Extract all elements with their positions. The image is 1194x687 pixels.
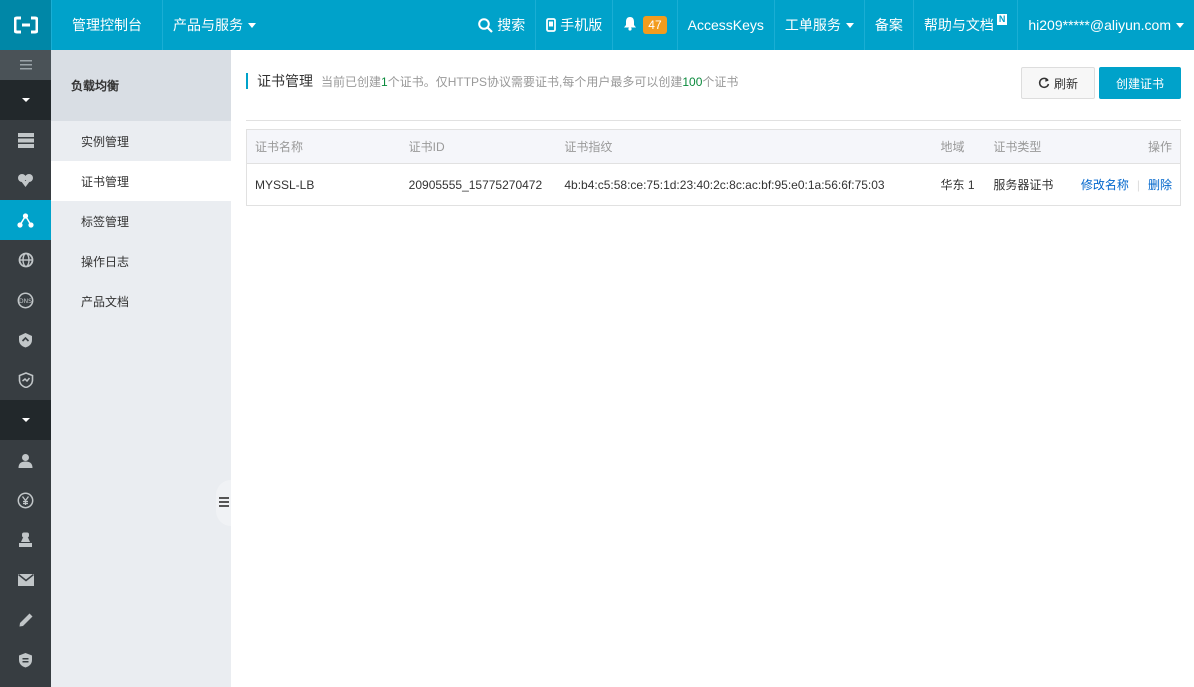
help-docs-link[interactable]: 帮助与文档 N xyxy=(912,0,1018,50)
collapse-lines-icon xyxy=(218,496,229,511)
cell-actions: 修改名称 | 删除 xyxy=(1069,176,1180,193)
pencil-icon[interactable] xyxy=(0,600,51,640)
subnav-title: 负载均衡 xyxy=(51,50,231,121)
mobile-label: 手机版 xyxy=(560,17,603,33)
svg-text:DNS: DNS xyxy=(19,298,32,305)
menu-icon[interactable] xyxy=(0,50,51,80)
subnav-item-instances[interactable]: 实例管理 xyxy=(51,121,231,161)
seal-icon[interactable] xyxy=(0,520,51,560)
server-icon[interactable] xyxy=(0,120,51,160)
subnav-item-certificates[interactable]: 证书管理 xyxy=(51,161,231,201)
chevron-down-icon xyxy=(1176,22,1184,28)
subnav-collapse-handle[interactable] xyxy=(216,480,231,526)
account-label: hi209*****@aliyun.com xyxy=(1028,17,1171,33)
monitor-icon[interactable] xyxy=(0,360,51,400)
search-button[interactable]: 搜索 xyxy=(468,0,535,50)
chevron-down-icon xyxy=(248,22,256,28)
top-navigation-bar: 管理控制台 产品与服务 搜索 手机版 47 AccessKeys 工单服务 备案… xyxy=(0,0,1194,50)
tickets-menu[interactable]: 工单服务 xyxy=(773,0,864,50)
cloud-icon[interactable] xyxy=(0,160,51,200)
chevron-down-icon xyxy=(845,22,854,28)
products-menu[interactable]: 产品与服务 xyxy=(162,0,276,50)
new-badge: N xyxy=(996,13,1008,25)
collapse-arrow-icon[interactable] xyxy=(0,80,51,120)
console-link[interactable]: 管理控制台 xyxy=(51,0,162,50)
search-label: 搜索 xyxy=(497,17,526,33)
help-label: 帮助与文档 xyxy=(923,17,994,33)
desc-prefix: 当前已创建 xyxy=(321,74,382,89)
mobile-button[interactable]: 手机版 xyxy=(535,0,612,50)
filing-link[interactable]: 备案 xyxy=(863,0,913,50)
subnav-item-product-docs[interactable]: 产品文档 xyxy=(51,281,231,321)
desc-max-count: 100 xyxy=(682,74,703,89)
cell-cert-fingerprint: 4b:b4:c5:58:ce:75:1d:23:40:2c:8c:ac:bf:9… xyxy=(564,177,885,192)
table-row: MYSSL-LB 20905555_15775270472 4b:b4:c5:5… xyxy=(247,164,1180,205)
subnav-item-operation-logs[interactable]: 操作日志 xyxy=(51,241,231,281)
page-header: 证书管理 当前已创建1个证书。仅HTTPS协议需要证书,每个用户最多可以创建10… xyxy=(246,71,738,91)
dns-icon[interactable]: DNS xyxy=(0,280,51,320)
collapse-arrow-icon[interactable] xyxy=(0,400,51,440)
page-description: 当前已创建1个证书。仅HTTPS协议需要证书,每个用户最多可以创建100个证书 xyxy=(321,73,738,90)
badge-icon[interactable] xyxy=(0,640,51,680)
mail-icon[interactable] xyxy=(0,560,51,600)
column-header-name: 证书名称 xyxy=(255,140,304,154)
cell-cert-name: MYSSL-LB xyxy=(255,177,315,192)
table-header-row: 证书名称 证书ID 证书指纹 地域 证书类型 操作 xyxy=(247,130,1180,164)
aliyun-logo-icon[interactable] xyxy=(0,0,51,50)
refresh-label: 刷新 xyxy=(1053,76,1078,91)
load-balancer-icon[interactable] xyxy=(0,200,51,240)
user-icon[interactable] xyxy=(0,440,51,480)
refresh-icon xyxy=(1038,77,1050,89)
globe-icon[interactable] xyxy=(0,240,51,280)
yen-icon[interactable] xyxy=(0,480,51,520)
desc-suffix: 个证书 xyxy=(702,74,739,89)
cell-cert-id: 20905555_15775270472 xyxy=(408,177,543,192)
title-accent-bar xyxy=(246,73,248,89)
shield-icon[interactable] xyxy=(0,320,51,360)
products-label: 产品与服务 xyxy=(173,17,243,33)
accesskeys-link[interactable]: AccessKeys xyxy=(676,0,774,50)
product-icon-sidebar: DNS xyxy=(0,50,51,687)
refresh-button[interactable]: 刷新 xyxy=(1021,67,1095,99)
cell-region: 华东 1 xyxy=(940,178,975,192)
notifications-button[interactable]: 47 xyxy=(612,0,676,50)
column-header-region: 地域 xyxy=(940,140,965,154)
create-certificate-button[interactable]: 创建证书 xyxy=(1099,67,1181,99)
bell-icon xyxy=(623,16,637,34)
tickets-label: 工单服务 xyxy=(784,17,841,33)
column-header-type: 证书类型 xyxy=(993,140,1042,154)
rename-link[interactable]: 修改名称 xyxy=(1081,178,1129,192)
action-separator: | xyxy=(1136,178,1140,192)
main-content: 证书管理 当前已创建1个证书。仅HTTPS协议需要证书,每个用户最多可以创建10… xyxy=(231,50,1194,687)
desc-created-count: 1 xyxy=(381,74,388,89)
subnav-item-tags[interactable]: 标签管理 xyxy=(51,201,231,241)
column-header-id: 证书ID xyxy=(408,140,445,154)
column-header-actions: 操作 xyxy=(1148,140,1173,154)
header-divider xyxy=(246,120,1181,121)
search-icon xyxy=(478,17,494,33)
page-title: 证书管理 xyxy=(257,73,313,89)
desc-middle: 个证书。仅HTTPS协议需要证书,每个用户最多可以创建 xyxy=(387,74,683,89)
column-header-fingerprint: 证书指纹 xyxy=(564,140,613,154)
account-menu[interactable]: hi209*****@aliyun.com xyxy=(1017,0,1194,50)
notification-count-badge: 47 xyxy=(643,16,667,34)
load-balancer-subnav: 负载均衡 实例管理 证书管理 标签管理 操作日志 产品文档 xyxy=(51,50,231,687)
certificates-table: 证书名称 证书ID 证书指纹 地域 证书类型 操作 MYSSL-LB 20905… xyxy=(246,129,1181,206)
mobile-phone-icon xyxy=(546,18,557,32)
delete-link[interactable]: 删除 xyxy=(1148,178,1172,192)
cell-cert-type: 服务器证书 xyxy=(993,178,1054,192)
